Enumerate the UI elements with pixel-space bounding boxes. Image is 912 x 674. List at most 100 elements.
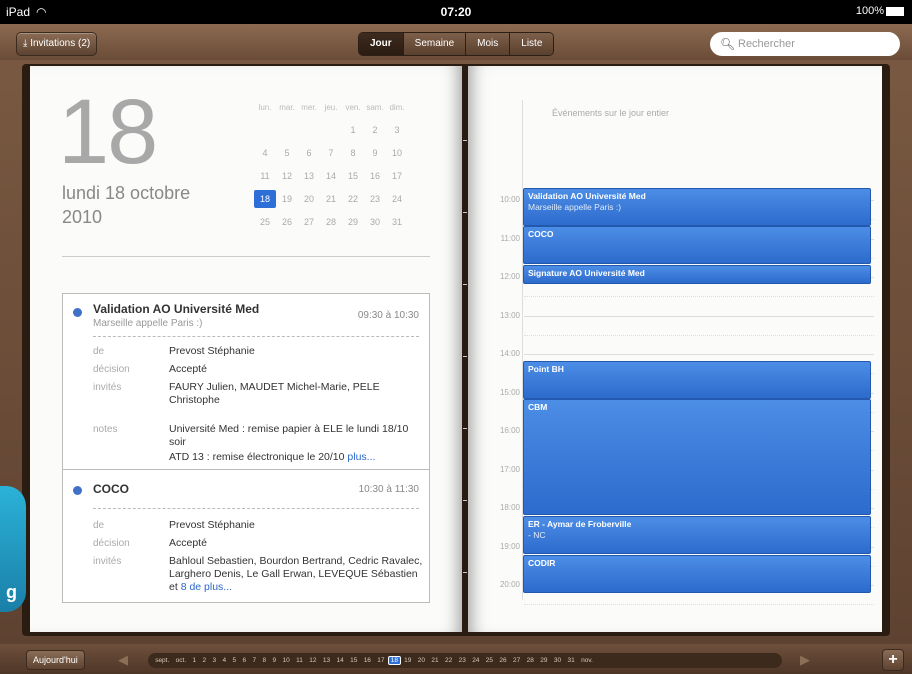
clock: 07:20 [440,5,472,19]
tab-mois[interactable]: Mois [466,33,511,55]
strip-day[interactable]: 22 [442,657,456,664]
mini-calendar-day[interactable]: 16 [364,165,386,188]
prev-arrow-icon[interactable]: ◀ [118,652,128,668]
strip-day[interactable]: 10 [279,657,293,664]
half-hour-line [524,604,874,605]
strip-day[interactable]: 15 [347,657,361,664]
divider [93,508,419,509]
invitations-button[interactable]: ⤓ Invitations (2) [16,32,98,56]
search-icon: 🔍︎ [720,37,736,51]
strip-day-selected[interactable]: 18 [387,656,401,665]
mini-calendar-day[interactable]: 10 [386,142,408,165]
strip-month-current[interactable]: oct. [172,657,189,664]
mini-calendar-day[interactable]: 11 [254,165,276,188]
strip-day[interactable]: 23 [455,657,469,664]
strip-day[interactable]: 21 [428,657,442,664]
mini-calendar-day[interactable]: 2 [364,119,386,142]
strip-day[interactable]: 13 [320,657,334,664]
mini-calendar-day[interactable]: 6 [298,142,320,165]
strip-day[interactable]: 25 [483,657,497,664]
strip-day[interactable]: 9 [269,657,279,664]
mini-calendar-day[interactable]: 17 [386,165,408,188]
weekday-label: lun. [258,103,272,112]
today-button[interactable]: Aujourd'hui [26,650,85,670]
event-block[interactable]: Signature AO Université Med [523,265,871,284]
mini-calendar-day[interactable]: 26 [276,211,298,234]
search-input[interactable]: 🔍︎ Rechercher [710,32,900,56]
event-block[interactable]: CBM [523,399,871,515]
tab-jour[interactable]: Jour [359,33,404,55]
strip-day[interactable]: 2 [199,657,209,664]
strip-day[interactable]: 1 [189,657,199,664]
mini-calendar-day[interactable]: 8 [342,142,364,165]
strip-day[interactable]: 31 [564,657,578,664]
strip-day[interactable]: 12 [306,657,320,664]
mini-calendar-day[interactable]: 28 [320,211,342,234]
weekday-label: mar. [279,103,295,112]
mini-calendar-day[interactable]: 27 [298,211,320,234]
strip-day[interactable]: 17 [374,657,388,664]
strip-day[interactable]: 28 [523,657,537,664]
add-event-button[interactable]: + [882,649,904,671]
event-block[interactable]: ER - Aymar de Froberville - NC [523,516,871,554]
strip-day[interactable]: 7 [249,657,259,664]
strip-day[interactable]: 6 [239,657,249,664]
tab-semaine[interactable]: Semaine [403,33,467,55]
strip-day[interactable]: 27 [510,657,524,664]
event-block[interactable]: Point BH [523,361,871,399]
strip-day[interactable]: 11 [293,657,306,664]
next-arrow-icon[interactable]: ▶ [800,652,810,668]
strip-day[interactable]: 26 [496,657,510,664]
more-link[interactable]: plus... [347,451,375,463]
mini-calendar-day[interactable]: 12 [276,165,298,188]
mini-calendar-day[interactable]: 7 [320,142,342,165]
strip-day[interactable]: 3 [209,657,219,664]
mini-calendar-day[interactable]: 29 [342,211,364,234]
strip-day[interactable]: 30 [551,657,565,664]
more-link[interactable]: 8 de plus... [181,581,232,593]
strip-day[interactable]: 20 [415,657,429,664]
strip-day[interactable]: 24 [469,657,483,664]
strip-day[interactable]: 5 [229,657,239,664]
mini-calendar-day[interactable]: 31 [386,211,408,234]
event-block[interactable]: Validation AO Université Med Marseille ap… [523,188,871,226]
strip-day[interactable]: 29 [537,657,551,664]
strip-day[interactable]: 19 [401,657,415,664]
strip-day[interactable]: 4 [219,657,229,664]
mini-calendar-day[interactable]: 13 [298,165,320,188]
mini-calendar-day[interactable]: 3 [386,119,408,142]
mini-calendar-day[interactable]: 30 [364,211,386,234]
all-day-header: Événements sur le jour entier [552,108,670,118]
event-block[interactable]: COCO [523,226,871,264]
mini-calendar-week: 25 26 27 28 29 30 31 [254,211,434,234]
mini-calendar-day[interactable]: 20 [298,188,320,211]
mini-calendar-week: 123 [254,119,434,142]
mini-calendar-day[interactable]: 14 [320,165,342,188]
mini-calendar-day[interactable]: 5 [276,142,298,165]
mini-calendar-day[interactable]: 25 [254,211,276,234]
mini-calendar-day[interactable]: 1 [342,119,364,142]
mini-calendar-day[interactable]: 22 [342,188,364,211]
weekday-label: jeu. [324,103,338,112]
strip-day[interactable]: 8 [259,657,269,664]
mini-calendar-day-selected[interactable]: 18 [254,190,276,208]
strip-month-next[interactable]: nov. [578,657,596,664]
mini-calendar-day[interactable]: 23 [364,188,386,211]
event-block[interactable]: CODIR [523,555,871,593]
mini-calendar-day [254,119,276,142]
tab-liste[interactable]: Liste [510,33,554,55]
mini-calendar-day[interactable]: 15 [342,165,364,188]
event-block-sub: Marseille appelle Paris :) [528,202,622,212]
mini-calendar-day[interactable]: 24 [386,188,408,211]
hour-label: 16:00 [499,426,520,435]
hour-label: 18:00 [499,503,520,512]
mini-calendar-day[interactable]: 19 [276,188,298,211]
strip-month-prev[interactable]: sept. [152,657,172,664]
mini-calendar-day[interactable]: 4 [254,142,276,165]
mini-calendar-day[interactable]: 9 [364,142,386,165]
mini-calendar-day[interactable]: 21 [320,188,342,211]
binding-tick [463,356,467,357]
strip-day[interactable]: 14 [333,657,347,664]
strip-day[interactable]: 16 [361,657,375,664]
calendar-dot-icon [73,308,82,317]
